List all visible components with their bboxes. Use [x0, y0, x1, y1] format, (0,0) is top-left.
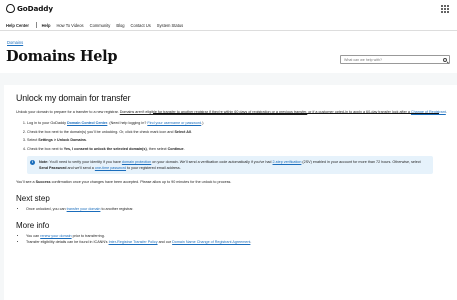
find-username-link[interactable]: Find your username or password: [147, 121, 201, 125]
step-text: Select: [27, 138, 39, 142]
step-bold: Continue: [167, 146, 184, 151]
search-icon[interactable]: [443, 57, 447, 62]
nav-divider: [35, 22, 37, 28]
note-part: (2SV) enabled in your account for more t…: [301, 159, 421, 164]
step-bold: Settings > Unlock Domains: [38, 138, 86, 142]
step-text: .: [85, 138, 87, 142]
note-part: on your domain. We'll send a verificatio…: [151, 159, 273, 164]
step-text: .): [201, 121, 204, 125]
nav-help[interactable]: Help: [42, 23, 51, 28]
domain-control-center-link[interactable]: Domain Control Center: [67, 121, 107, 125]
more-text: and our: [157, 239, 173, 244]
apps-grid-icon[interactable]: [441, 5, 449, 13]
transfer-domain-link[interactable]: transfer your domain: [67, 207, 101, 211]
step-text: Log in to your GoDaddy: [27, 121, 67, 125]
annotation-underline: [153, 112, 308, 114]
note-callout: i Note: You'll need to verify your ident…: [27, 155, 433, 174]
more-info-list: You can renew your domain prior to trans…: [26, 233, 457, 245]
step-text: .: [183, 146, 185, 151]
top-bar: GoDaddy: [0, 0, 457, 20]
article-title: Unlock my domain for transfer: [16, 93, 131, 103]
next-text: Once unlocked, you can: [26, 206, 67, 211]
list-item: Transfer eligibility details can be foun…: [26, 239, 457, 245]
note-part: to your registered email address.: [126, 165, 181, 170]
step-text: Check the box next to the domain(s) you'…: [27, 129, 175, 134]
success-paragraph: You'll see a Success confirmation once y…: [16, 179, 457, 185]
transfer-policy-link[interactable]: Inter-Registrar Transfer Policy: [109, 240, 158, 244]
hero-section: Domains Domains Help What can we help wi…: [0, 31, 457, 73]
intro-text: Unlock your domain to prepare for a tran…: [16, 110, 120, 114]
more-info-heading: More info: [16, 220, 50, 230]
search-placeholder: What can we help with?: [344, 58, 382, 62]
nav-contact-us[interactable]: Contact Us: [131, 23, 151, 28]
step-bold: Yes, I consent to unlock the selected do…: [63, 146, 147, 151]
info-icon: i: [30, 159, 35, 165]
nav-how-to-videos[interactable]: How To Videos: [56, 23, 83, 28]
step-text: Check the box next to: [27, 146, 64, 151]
breadcrumb[interactable]: Domains: [7, 40, 23, 45]
one-time-password-link[interactable]: one-time password: [95, 166, 126, 170]
godaddy-logo[interactable]: GoDaddy: [6, 4, 53, 13]
step-bold: Select All: [174, 129, 191, 134]
domain-protection-link[interactable]: domain protection: [122, 160, 151, 164]
nav-blog[interactable]: Blog: [116, 23, 124, 28]
note-bold: Send Password: [39, 165, 67, 170]
more-text: prior to transferring.: [71, 233, 105, 238]
more-text: Transfer eligibility details can be foun…: [26, 239, 109, 244]
list-item: Check the box next to the domain(s) you'…: [27, 129, 457, 135]
note-part: You'll need to verify your identity if y…: [48, 159, 122, 164]
change-of-registrant-agreement-link[interactable]: Domain Name Change of Registrant Agreeme…: [172, 240, 250, 244]
list-item: Check the box next to Yes, I consent to …: [27, 146, 457, 152]
annotation-underline: [308, 112, 439, 114]
2-step-verification-link[interactable]: 2-step verification: [273, 160, 302, 164]
list-item: Log in to your GoDaddy Domain Control Ce…: [27, 120, 457, 126]
list-item: Once unlocked, you can transfer your dom…: [26, 206, 457, 212]
step-text: . (Need help logging in?: [107, 121, 148, 125]
note-part: and we'll send a: [66, 165, 95, 170]
page-title: Domains Help: [6, 48, 118, 65]
next-step-list: Once unlocked, you can transfer your dom…: [26, 206, 457, 212]
more-text: .: [250, 239, 252, 244]
list-item: Select Settings > Unlock Domains.: [27, 137, 457, 143]
success-text: You'll see a: [16, 179, 36, 184]
brand-name: GoDaddy: [17, 4, 53, 13]
nav-bar: Help Center Help How To Videos Community…: [0, 20, 457, 31]
renew-domain-link[interactable]: renew your domain: [40, 234, 71, 238]
steps-list: Log in to your GoDaddy Domain Control Ce…: [27, 120, 457, 152]
step-text: .: [190, 129, 192, 134]
more-text: You can: [26, 233, 41, 238]
step-text: , then select: [146, 146, 168, 151]
intro-end: .: [445, 110, 447, 114]
note-text: Note: You'll need to verify your identit…: [39, 159, 428, 171]
success-bold: Success: [35, 179, 51, 184]
success-text-2: confirmation once your changes have been…: [50, 179, 232, 184]
next-text: to another registrar.: [100, 206, 134, 211]
godaddy-logo-icon: [6, 4, 15, 13]
nav-system-status[interactable]: System Status: [157, 23, 183, 28]
help-center-link[interactable]: Help Center: [6, 23, 29, 28]
article-card: Unlock my domain for transfer Unlock you…: [4, 85, 457, 300]
nav-community[interactable]: Community: [90, 23, 111, 28]
next-step-heading: Next step: [16, 193, 50, 203]
search-input[interactable]: What can we help with?: [340, 55, 450, 64]
